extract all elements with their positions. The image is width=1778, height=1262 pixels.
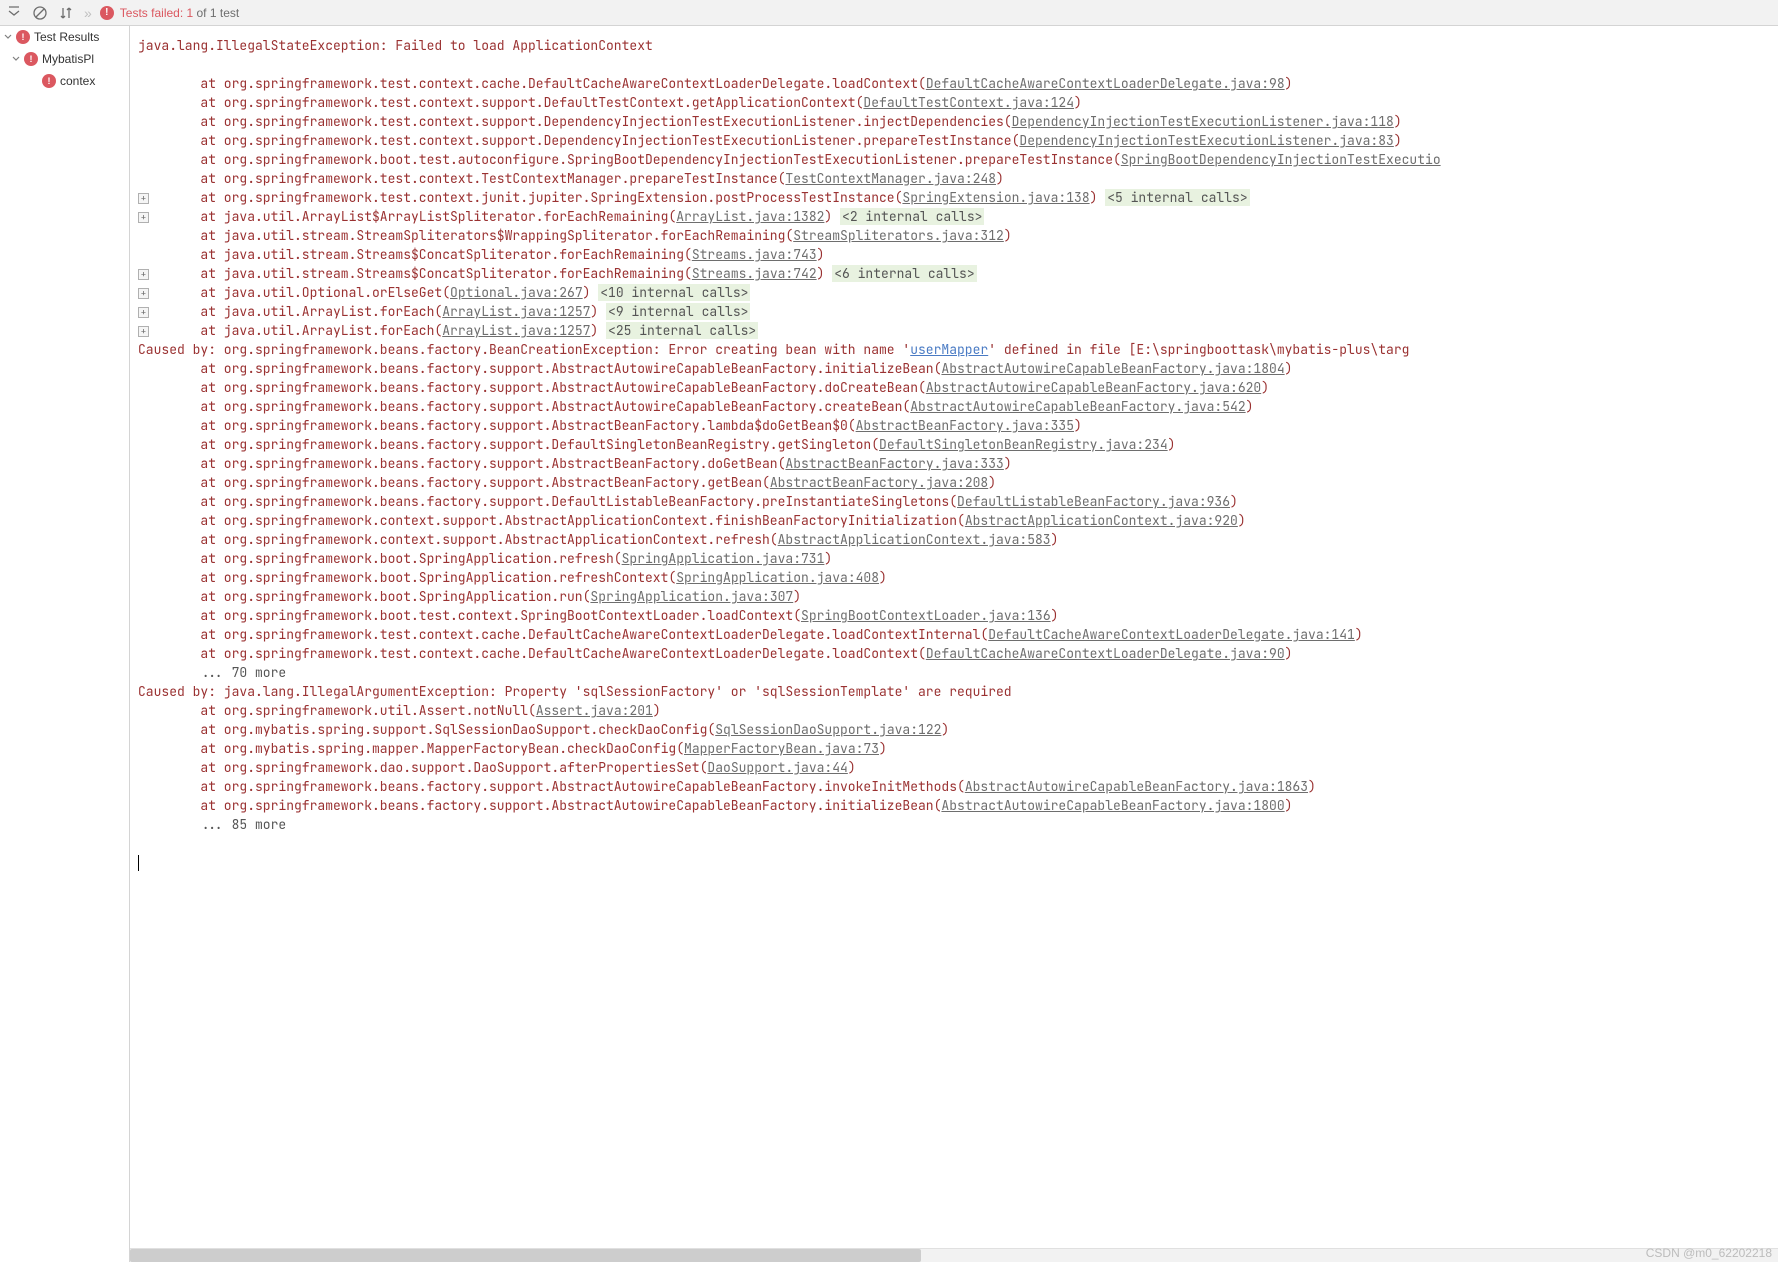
tree-item-method[interactable]: contex <box>0 70 129 92</box>
bean-link[interactable]: userMapper <box>910 341 988 358</box>
expand-frames-icon[interactable]: + <box>138 326 149 337</box>
source-link[interactable]: DefaultTestContext.java:124 <box>863 94 1074 111</box>
internal-calls-badge[interactable]: <5 internal calls> <box>1105 189 1249 206</box>
source-link[interactable]: AbstractApplicationContext.java:583 <box>778 531 1051 548</box>
source-link[interactable]: AbstractBeanFactory.java:335 <box>856 417 1074 434</box>
source-link[interactable]: DefaultCacheAwareContextLoaderDelegate.j… <box>926 75 1285 92</box>
fail-status-icon <box>16 30 30 44</box>
source-link[interactable]: DependencyInjectionTestExecutionListener… <box>1012 113 1394 130</box>
source-link[interactable]: AbstractApplicationContext.java:920 <box>965 512 1238 529</box>
source-link[interactable]: DefaultCacheAwareContextLoaderDelegate.j… <box>926 645 1285 662</box>
source-link[interactable]: AbstractAutowireCapableBeanFactory.java:… <box>941 360 1284 377</box>
source-link[interactable]: MapperFactoryBean.java:73 <box>684 740 879 757</box>
stacktrace-text: java.lang.IllegalStateException: Failed … <box>130 26 1778 882</box>
source-link[interactable]: AbstractBeanFactory.java:208 <box>770 474 988 491</box>
fail-status-icon <box>42 74 56 88</box>
expand-frames-icon[interactable]: + <box>138 307 149 318</box>
tree-class-label: MybatisPl <box>42 52 94 66</box>
source-link[interactable]: SqlSessionDaoSupport.java:122 <box>715 721 941 738</box>
test-tree-sidebar: Test Results MybatisPl contex <box>0 26 130 1262</box>
stop-icon[interactable] <box>30 3 50 23</box>
collapse-all-icon[interactable] <box>4 3 24 23</box>
source-link[interactable]: ArrayList.java:1257 <box>442 303 590 320</box>
watermark-text: CSDN @m0_62202218 <box>1646 1246 1772 1260</box>
source-link[interactable]: ArrayList.java:1257 <box>442 322 590 339</box>
source-link[interactable]: SpringApplication.java:408 <box>676 569 879 586</box>
source-link[interactable]: DependencyInjectionTestExecutionListener… <box>1019 132 1393 149</box>
source-link[interactable]: DefaultListableBeanFactory.java:936 <box>957 493 1230 510</box>
expand-frames-icon[interactable]: + <box>138 212 149 223</box>
test-toolbar: » ! Tests failed: 1 of 1 test <box>0 0 1778 26</box>
source-link[interactable]: AbstractAutowireCapableBeanFactory.java:… <box>941 797 1284 814</box>
source-link[interactable]: ArrayList.java:1382 <box>676 208 824 225</box>
fail-status-icon <box>24 52 38 66</box>
source-link[interactable]: StreamSpliterators.java:312 <box>793 227 1004 244</box>
source-link[interactable]: SpringBootContextLoader.java:136 <box>801 607 1051 624</box>
expand-frames-icon[interactable]: + <box>138 288 149 299</box>
source-link[interactable]: AbstractAutowireCapableBeanFactory.java:… <box>926 379 1261 396</box>
tree-root[interactable]: Test Results <box>0 26 129 48</box>
source-link[interactable]: SpringApplication.java:307 <box>590 588 793 605</box>
source-link[interactable]: DefaultCacheAwareContextLoaderDelegate.j… <box>988 626 1355 643</box>
tree-method-label: contex <box>60 74 95 88</box>
source-link[interactable]: AbstractAutowireCapableBeanFactory.java:… <box>910 398 1245 415</box>
fail-badge-icon: ! <box>100 6 114 20</box>
source-link[interactable]: DefaultSingletonBeanRegistry.java:234 <box>879 436 1168 453</box>
internal-calls-badge[interactable]: <25 internal calls> <box>606 322 758 339</box>
source-link[interactable]: SpringBootDependencyInjectionTestExecuti… <box>1121 151 1441 168</box>
console-output[interactable]: java.lang.IllegalStateException: Failed … <box>130 26 1778 1262</box>
source-link[interactable]: SpringExtension.java:138 <box>902 189 1089 206</box>
tree-root-label: Test Results <box>34 30 99 44</box>
scrollbar-thumb[interactable] <box>130 1249 921 1262</box>
expand-frames-icon[interactable]: + <box>138 193 149 204</box>
internal-calls-badge[interactable]: <2 internal calls> <box>840 208 984 225</box>
test-fail-summary: Tests failed: 1 of 1 test <box>120 6 239 20</box>
chevron-down-icon[interactable] <box>4 33 12 41</box>
internal-calls-badge[interactable]: <6 internal calls> <box>832 265 976 282</box>
source-link[interactable]: AbstractAutowireCapableBeanFactory.java:… <box>965 778 1308 795</box>
source-link[interactable]: Assert.java:201 <box>536 702 653 719</box>
tree-item-class[interactable]: MybatisPl <box>0 48 129 70</box>
text-cursor <box>138 855 139 871</box>
source-link[interactable]: TestContextManager.java:248 <box>785 170 996 187</box>
source-link[interactable]: SpringApplication.java:731 <box>622 550 825 567</box>
expand-frames-icon[interactable]: + <box>138 269 149 280</box>
source-link[interactable]: Streams.java:743 <box>692 246 817 263</box>
internal-calls-badge[interactable]: <9 internal calls> <box>606 303 750 320</box>
source-link[interactable]: DaoSupport.java:44 <box>707 759 847 776</box>
source-link[interactable]: AbstractBeanFactory.java:333 <box>785 455 1003 472</box>
source-link[interactable]: Optional.java:267 <box>450 284 583 301</box>
internal-calls-badge[interactable]: <10 internal calls> <box>598 284 750 301</box>
horizontal-scrollbar[interactable] <box>130 1248 1778 1262</box>
sort-icon[interactable] <box>56 3 76 23</box>
separator-icon: » <box>82 5 94 21</box>
chevron-down-icon[interactable] <box>12 55 20 63</box>
source-link[interactable]: Streams.java:742 <box>692 265 817 282</box>
